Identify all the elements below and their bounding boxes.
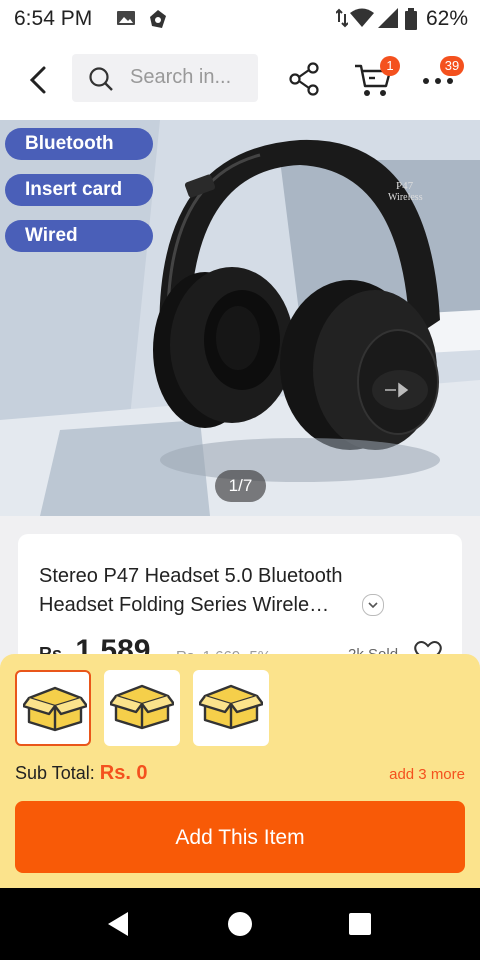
variant-option-1[interactable] <box>15 670 91 746</box>
back-button[interactable] <box>22 60 56 100</box>
wifi-icon <box>350 8 374 33</box>
add-more-hint: add 3 more <box>389 766 465 783</box>
nav-home-button[interactable] <box>228 912 252 936</box>
subtotal-label: Sub Total: <box>15 763 95 783</box>
subtotal-amount: Rs. 0 <box>99 762 148 784</box>
gallery-notification-icon <box>116 8 136 33</box>
nav-recents-button[interactable] <box>349 913 371 935</box>
add-this-item-button[interactable]: Add This Item <box>15 801 465 873</box>
system-navigation-bar <box>0 888 480 960</box>
feature-chip-insert-card: Insert card <box>5 174 153 206</box>
headset-model-text: P47 <box>396 180 414 192</box>
headset-wireless-text: Wireless <box>388 192 423 203</box>
cart-count-badge: 1 <box>380 56 400 76</box>
chevron-down-icon <box>368 602 378 609</box>
signal-icon <box>378 8 398 33</box>
search-bar[interactable]: Search in... <box>72 54 258 102</box>
chevron-left-icon <box>29 66 46 94</box>
status-bar: 6:54 PM 62% <box>0 0 480 38</box>
expand-title-button[interactable] <box>362 594 384 616</box>
messages-count-badge: 39 <box>440 56 464 76</box>
feature-chip-wired: Wired <box>5 220 153 252</box>
feature-chip-bluetooth: Bluetooth <box>5 128 153 160</box>
share-icon <box>289 62 319 96</box>
data-arrows-icon <box>335 8 349 33</box>
variant-option-3[interactable] <box>193 670 269 746</box>
box-icon <box>110 684 174 730</box>
product-title: Stereo P47 Headset 5.0 Bluetooth Headset… <box>39 565 343 616</box>
search-placeholder: Search in... <box>130 66 232 88</box>
status-time: 6:54 PM <box>14 7 93 30</box>
top-app-bar: Search in... 1 39 <box>0 38 480 120</box>
box-icon <box>23 686 87 732</box>
nav-back-button[interactable] <box>106 911 130 942</box>
box-icon <box>199 684 263 730</box>
share-button[interactable] <box>286 60 324 98</box>
triangle-back-icon <box>108 912 128 936</box>
product-image-gallery[interactable]: P47 Wireless Bluetooth Insert card Wired <box>0 120 480 516</box>
search-icon <box>88 66 114 97</box>
battery-percent: 62% <box>425 7 468 30</box>
subtotal: Sub Total: Rs. 0 <box>15 762 148 785</box>
app-notification-icon <box>148 8 168 35</box>
image-counter: 1/7 <box>215 470 266 502</box>
battery-icon <box>405 8 417 35</box>
variant-option-2[interactable] <box>104 670 180 746</box>
add-item-sheet: Sub Total: Rs. 0 add 3 more Add This Ite… <box>0 654 480 888</box>
